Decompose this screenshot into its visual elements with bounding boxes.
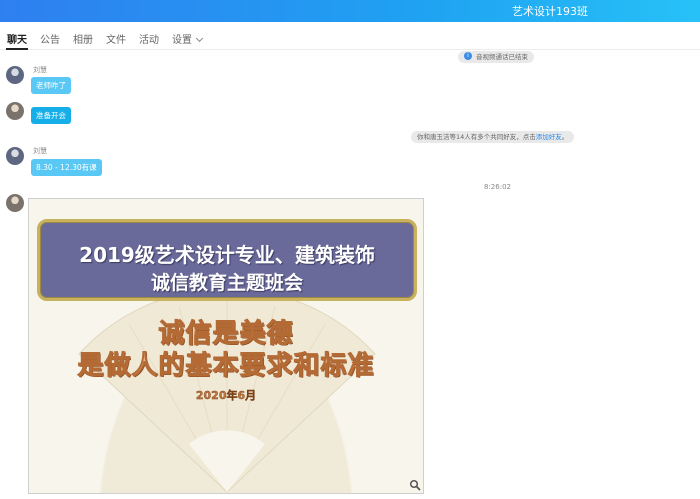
message-bubble[interactable]: 准备开会 <box>31 107 71 124</box>
active-tab-indicator <box>6 48 28 50</box>
tab-settings-label: 设置 <box>172 35 192 46</box>
system-notice-text: 你和唐玉洁等14人有多个共同好友，点击 <box>417 133 536 141</box>
add-friend-link[interactable]: 添加好友 <box>536 133 562 141</box>
system-notice-text: 音视频通话已结束 <box>476 53 528 61</box>
system-notice-suffix: 。 <box>561 133 569 141</box>
magnifier-icon[interactable] <box>409 479 421 491</box>
tab-files[interactable]: 文件 <box>106 31 126 46</box>
message-bubble[interactable]: 8.30 - 12.30有课 <box>31 159 102 176</box>
window-titlebar: 艺术设计193班 <box>0 0 700 22</box>
chevron-down-icon <box>195 34 204 43</box>
avatar[interactable] <box>6 147 24 165</box>
tab-album[interactable]: 相册 <box>73 31 93 46</box>
slide-date: 2020年6月 <box>195 389 257 402</box>
chat-area[interactable]: i 音视频通话已结束 刘慧 老师咋了 准备开会 你和唐玉洁等14人有多个共同好友，… <box>0 51 700 499</box>
system-notice-friends: 你和唐玉洁等14人有多个共同好友，点击添加好友。 <box>411 131 575 143</box>
sender-name: 刘慧 <box>33 66 47 74</box>
slide-title-line1: 2019级艺术设计专业、建筑装饰 <box>79 243 375 267</box>
info-icon: i <box>464 52 472 60</box>
image-message[interactable]: 2019级艺术设计专业、建筑装饰 诚信教育主题班会 诚信是美德 是做人的基本要求… <box>28 198 424 494</box>
slide-title-banner: 2019级艺术设计专业、建筑装饰 诚信教育主题班会 <box>37 219 417 301</box>
window-title: 艺术设计193班 <box>512 5 588 18</box>
tab-activity[interactable]: 活动 <box>139 31 159 46</box>
tab-chat[interactable]: 聊天 <box>7 31 27 46</box>
slide-title-line2: 诚信教育主题班会 <box>150 272 303 294</box>
tab-bar: 聊天 公告 相册 文件 活动 设置 <box>0 22 700 50</box>
sender-name: 刘慧 <box>33 147 47 155</box>
avatar[interactable] <box>6 66 24 84</box>
avatar[interactable] <box>6 194 24 212</box>
slide-motto-line2: 是做人的基本要求和标准 <box>77 351 375 382</box>
avatar[interactable] <box>6 102 24 120</box>
tab-announcement[interactable]: 公告 <box>40 31 60 46</box>
tab-settings[interactable]: 设置 <box>172 31 204 46</box>
system-notice-call-ended: i 音视频通话已结束 <box>458 51 534 63</box>
message-timestamp: 8:26:02 <box>484 183 511 191</box>
message-bubble[interactable]: 老师咋了 <box>31 77 71 94</box>
